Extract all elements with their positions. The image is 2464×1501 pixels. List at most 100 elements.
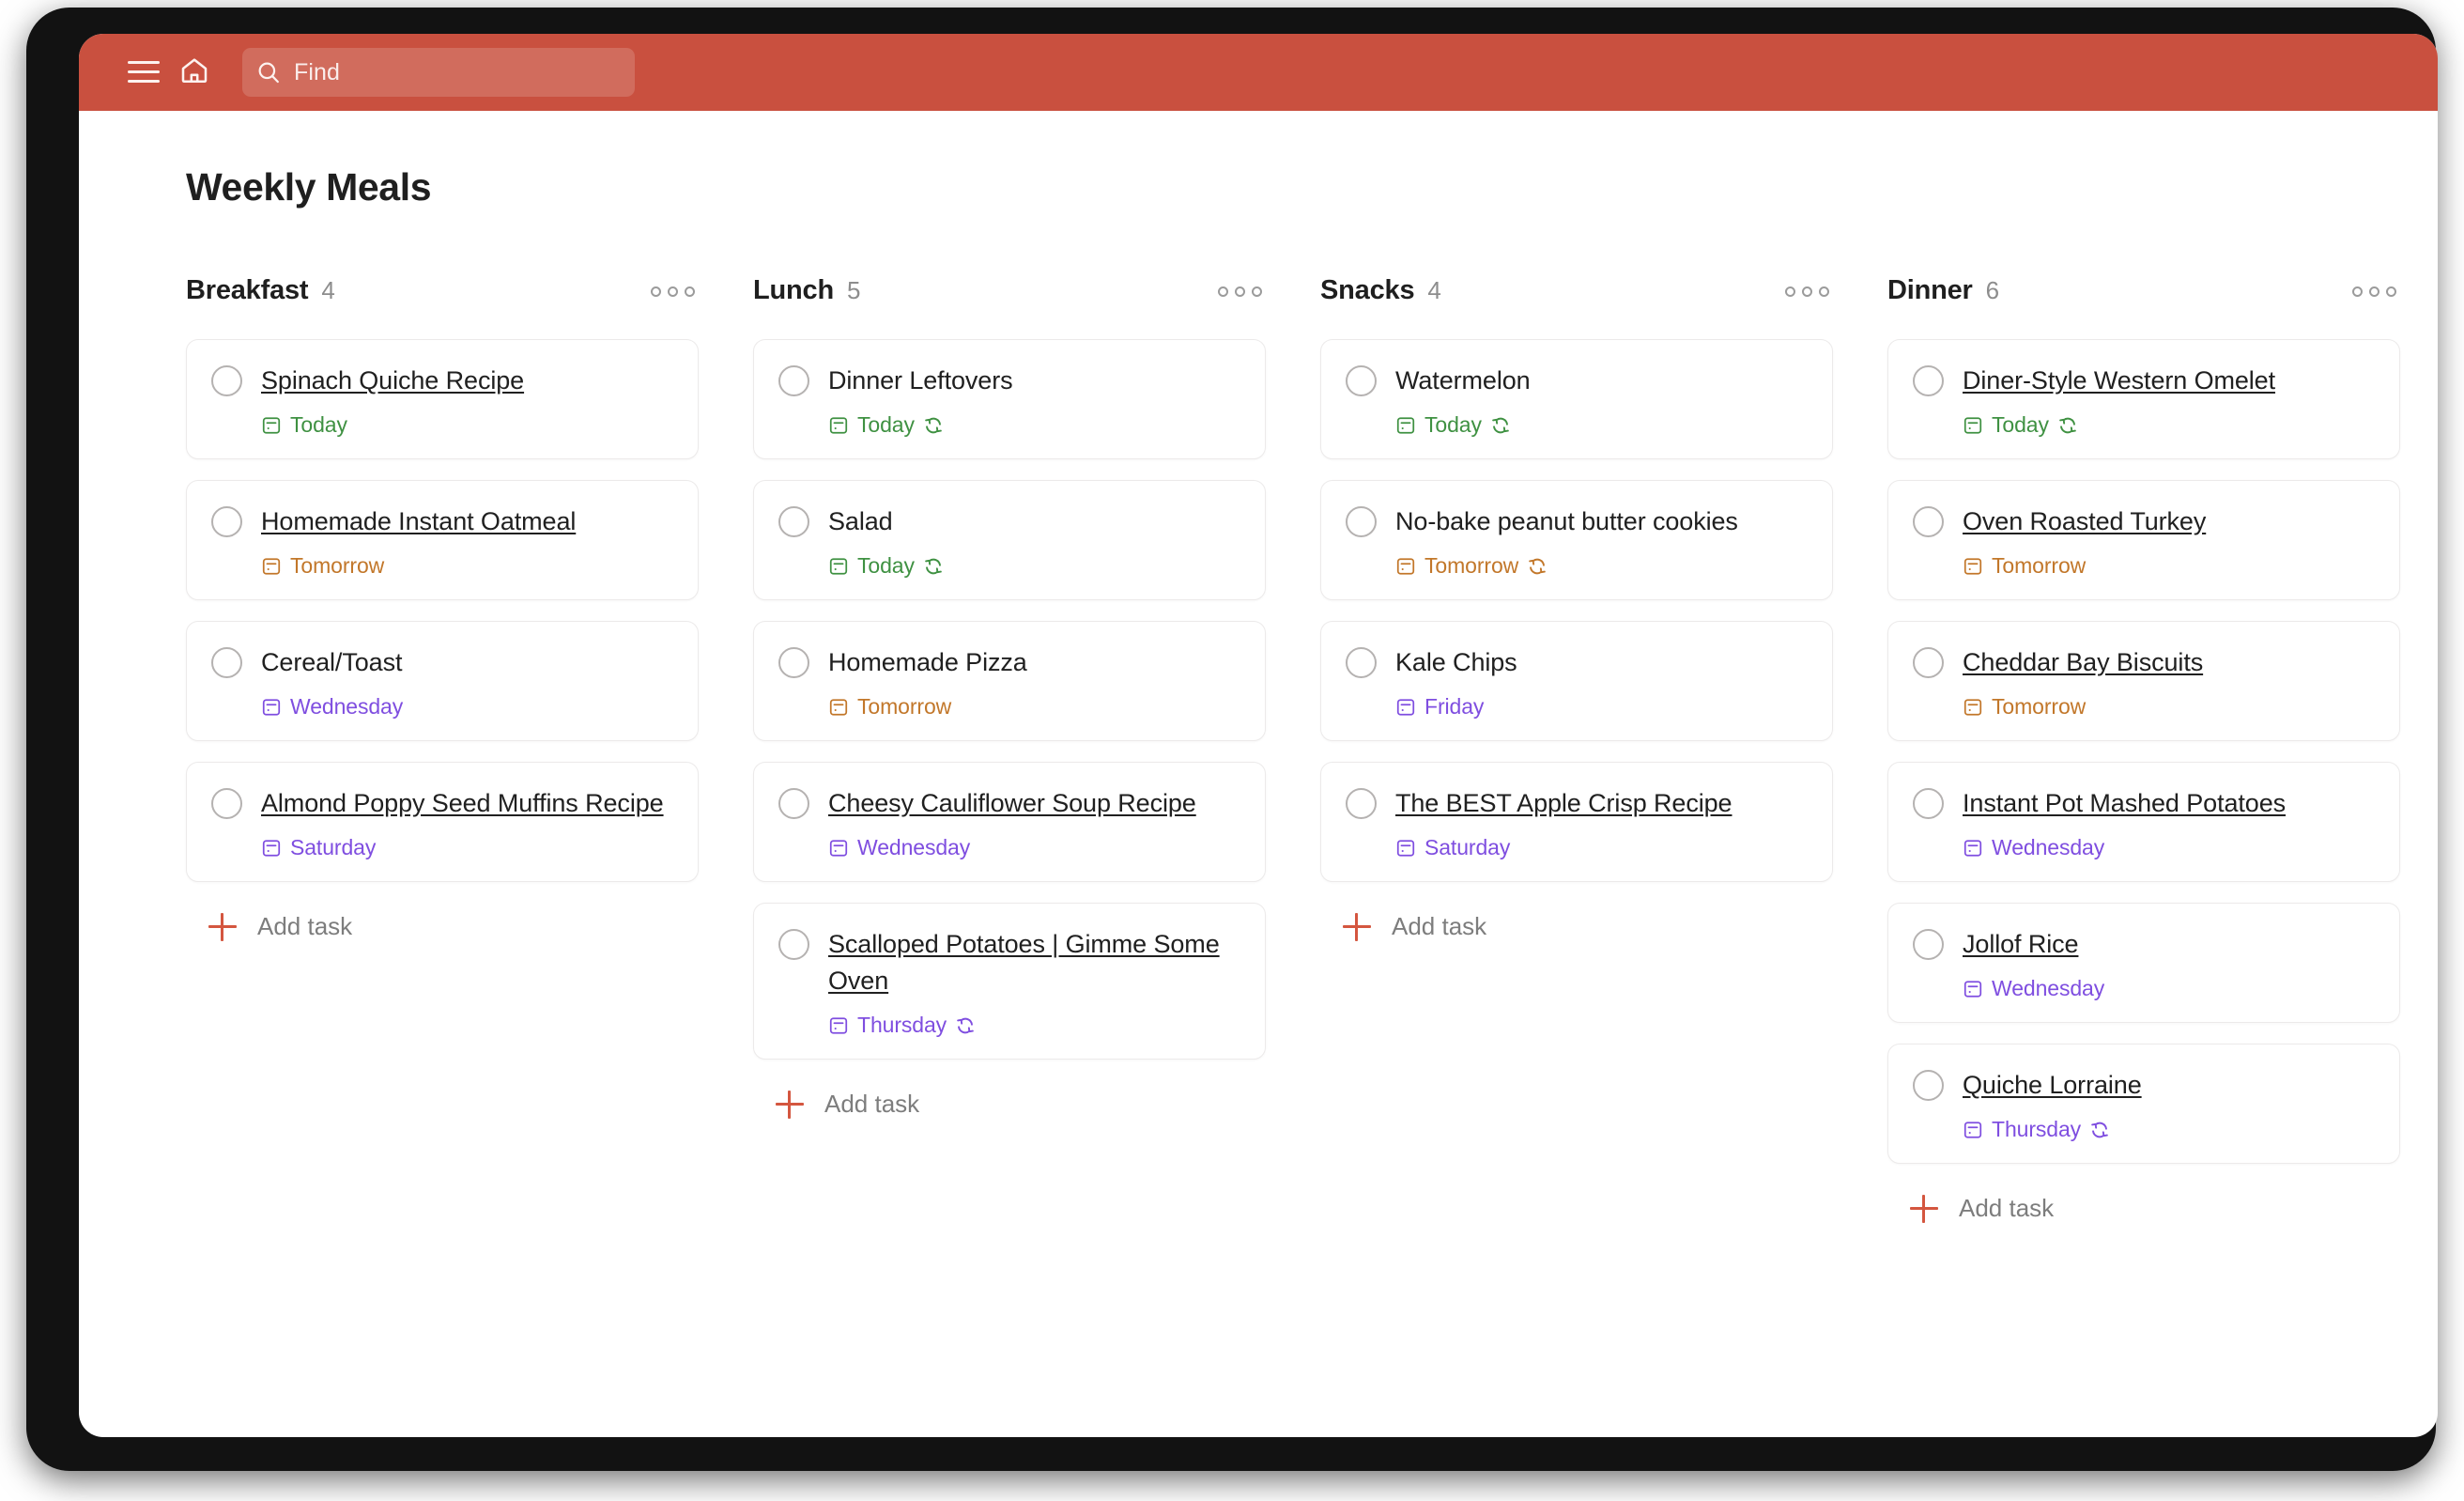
task-card[interactable]: Almond Poppy Seed Muffins Recipe Saturday [186,762,699,882]
task-card[interactable]: Salad Today [753,480,1266,600]
task-due-date[interactable]: Friday [1395,694,1808,720]
task-title[interactable]: Homemade Instant Oatmeal [261,503,576,540]
task-card[interactable]: Kale Chips Friday [1320,621,1833,741]
task-due-date[interactable]: Thursday [828,1013,1240,1038]
task-checkbox[interactable] [778,929,809,960]
plus-icon [1343,912,1371,941]
task-title[interactable]: Cereal/Toast [261,644,402,681]
search-input[interactable]: Find [242,48,635,97]
task-checkbox[interactable] [1913,929,1944,960]
task-card[interactable]: Oven Roasted Turkey Tomorrow [1887,480,2400,600]
task-due-label: Tomorrow [1992,694,2087,719]
task-card[interactable]: Spinach Quiche Recipe Today [186,339,699,459]
task-card[interactable]: Dinner Leftovers Today [753,339,1266,459]
task-checkbox[interactable] [1913,1070,1944,1101]
task-card[interactable]: Cereal/Toast Wednesday [186,621,699,741]
task-due-date[interactable]: Wednesday [828,835,1240,860]
task-due-date[interactable]: Tomorrow [1963,694,2375,720]
column-task-count: 4 [1427,276,1441,304]
task-title[interactable]: Oven Roasted Turkey [1963,503,2206,540]
overflow-menu-icon[interactable] [649,281,697,302]
task-checkbox[interactable] [1913,788,1944,819]
task-due-date[interactable]: Today [828,553,1240,579]
task-checkbox[interactable] [778,506,809,537]
task-due-label: Tomorrow [1992,553,2087,578]
task-checkbox[interactable] [211,506,242,537]
task-checkbox[interactable] [211,647,242,678]
task-main-row: Cheddar Bay Biscuits [1913,644,2375,681]
task-due-date[interactable]: Tomorrow [828,694,1240,720]
task-checkbox[interactable] [778,647,809,678]
task-title[interactable]: Dinner Leftovers [828,363,1013,399]
task-card[interactable]: Homemade Pizza Tomorrow [753,621,1266,741]
add-task-button[interactable]: Add task [186,903,699,951]
task-title[interactable]: Watermelon [1395,363,1531,399]
overflow-menu-icon[interactable] [1216,281,1264,302]
task-checkbox[interactable] [211,788,242,819]
column-header: Dinner 6 [1887,275,2400,313]
task-due-date[interactable]: Wednesday [261,694,673,720]
task-due-label: Tomorrow [1424,553,1519,578]
task-card[interactable]: No-bake peanut butter cookies Tomorrow [1320,480,1833,600]
task-title[interactable]: Jollof Rice [1963,926,2079,963]
column-task-count: 4 [321,276,335,304]
task-card[interactable]: Jollof Rice Wednesday [1887,903,2400,1023]
task-checkbox[interactable] [1913,506,1944,537]
task-card[interactable]: Diner-Style Western Omelet Today [1887,339,2400,459]
add-task-button[interactable]: Add task [1320,903,1833,951]
task-checkbox[interactable] [211,365,242,396]
task-due-date[interactable]: Tomorrow [1963,553,2375,579]
task-title[interactable]: Almond Poppy Seed Muffins Recipe [261,785,664,822]
task-title[interactable]: Diner-Style Western Omelet [1963,363,2275,399]
task-card[interactable]: Homemade Instant Oatmeal Tomorrow [186,480,699,600]
task-title[interactable]: Instant Pot Mashed Potatoes [1963,785,2286,822]
task-due-date[interactable]: Saturday [261,835,673,860]
task-card[interactable]: Instant Pot Mashed Potatoes Wednesday [1887,762,2400,882]
task-title[interactable]: Homemade Pizza [828,644,1027,681]
task-title[interactable]: Scalloped Potatoes | Gimme Some Oven [828,926,1240,999]
menu-button[interactable] [118,47,169,98]
task-title[interactable]: Salad [828,503,893,540]
task-card[interactable]: The BEST Apple Crisp Recipe Saturday [1320,762,1833,882]
task-checkbox[interactable] [1913,647,1944,678]
task-checkbox[interactable] [1346,365,1377,396]
board-column: Breakfast 4 Spinach Quiche Recipe Today Home… [186,275,699,951]
task-card[interactable]: Cheesy Cauliflower Soup Recipe Wednesday [753,762,1266,882]
add-task-button[interactable]: Add task [753,1080,1266,1128]
task-due-date[interactable]: Wednesday [1963,976,2375,1001]
task-due-date[interactable]: Tomorrow [261,553,673,579]
task-due-date[interactable]: Today [828,412,1240,438]
task-card[interactable]: Scalloped Potatoes | Gimme Some Oven Thur… [753,903,1266,1060]
task-checkbox[interactable] [1346,506,1377,537]
task-main-row: Dinner Leftovers [778,363,1240,399]
task-due-date[interactable]: Today [1963,412,2375,438]
task-title[interactable]: Spinach Quiche Recipe [261,363,524,399]
task-due-date[interactable]: Tomorrow [1395,553,1808,579]
task-title[interactable]: Kale Chips [1395,644,1517,681]
task-card[interactable]: Quiche Lorraine Thursday [1887,1044,2400,1164]
overflow-menu-icon[interactable] [2350,281,2398,302]
task-due-label: Saturday [290,835,377,859]
home-button[interactable] [169,47,220,98]
task-card[interactable]: Watermelon Today [1320,339,1833,459]
task-due-date[interactable]: Saturday [1395,835,1808,860]
task-title[interactable]: Quiche Lorraine [1963,1067,2142,1104]
task-due-date[interactable]: Today [1395,412,1808,438]
task-card[interactable]: Cheddar Bay Biscuits Tomorrow [1887,621,2400,741]
add-task-label: Add task [257,912,353,940]
task-due-date[interactable]: Today [261,412,673,438]
task-title[interactable]: Cheddar Bay Biscuits [1963,644,2203,681]
task-title[interactable]: Cheesy Cauliflower Soup Recipe [828,785,1196,822]
overflow-menu-icon[interactable] [1783,281,1831,302]
task-checkbox[interactable] [1913,365,1944,396]
task-due-date[interactable]: Wednesday [1963,835,2375,860]
task-checkbox[interactable] [1346,647,1377,678]
task-title[interactable]: No-bake peanut butter cookies [1395,503,1738,540]
task-checkbox[interactable] [1346,788,1377,819]
calendar-icon [1395,838,1416,859]
task-checkbox[interactable] [778,788,809,819]
add-task-button[interactable]: Add task [1887,1184,2400,1232]
task-title[interactable]: The BEST Apple Crisp Recipe [1395,785,1732,822]
task-due-date[interactable]: Thursday [1963,1117,2375,1142]
task-checkbox[interactable] [778,365,809,396]
